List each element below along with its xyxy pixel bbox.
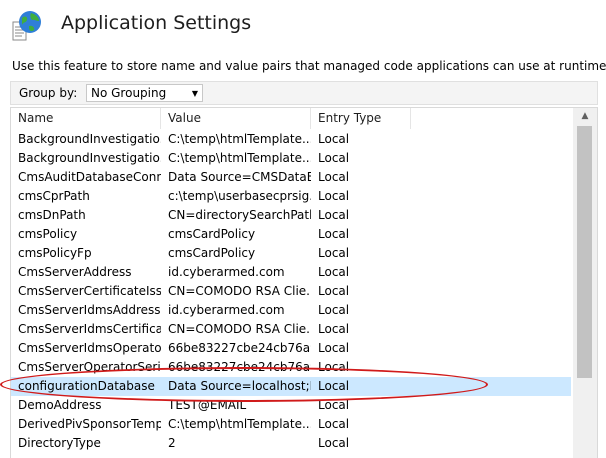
cell-value: TEST@EMAIL bbox=[168, 398, 247, 412]
cell-entry-type: Local bbox=[318, 208, 350, 222]
cell-name: cmsPolicy bbox=[18, 227, 78, 241]
cell-value: cmsCardPolicy bbox=[168, 246, 256, 260]
column-header[interactable]: Entry Type bbox=[311, 108, 411, 129]
cell-entry-type: Local bbox=[318, 303, 350, 317]
cell-value: C:\temp\htmlTemplate... bbox=[168, 417, 311, 431]
cell-value: C:\temp\htmlTemplate... bbox=[168, 132, 311, 146]
table-row[interactable]: CmsServerAddress id.cyberarmed.com Local bbox=[11, 263, 571, 282]
table-row[interactable]: BackgroundInvestigatio... C:\temp\htmlTem… bbox=[11, 149, 571, 168]
chevron-down-icon: ▼ bbox=[191, 89, 198, 98]
cell-name: CmsServerAddress bbox=[18, 265, 132, 279]
cell-entry-type: Local bbox=[318, 417, 350, 431]
cell-name: cmsCprPath bbox=[18, 189, 90, 203]
cell-value: CN=COMODO RSA Clie... bbox=[168, 284, 311, 298]
cell-name: cmsPolicyFp bbox=[18, 246, 92, 260]
cell-value: 2 bbox=[168, 436, 176, 450]
table-row[interactable]: cmsPolicyFp cmsCardPolicy Local bbox=[11, 244, 571, 263]
table-row[interactable]: CmsServerOperatorSerial... 66be83227cbe24… bbox=[11, 358, 571, 377]
group-by-label: Group by: bbox=[19, 86, 78, 100]
cell-name: CmsServerOperatorSerial... bbox=[18, 360, 161, 374]
cell-value: 66be83227cbe24cb76a9f... bbox=[168, 360, 311, 374]
cell-entry-type: Local bbox=[318, 284, 350, 298]
cell-entry-type: Local bbox=[318, 341, 350, 355]
cell-name: DirectoryType bbox=[18, 436, 101, 450]
cell-value: cmsCardPolicy bbox=[168, 227, 256, 241]
cell-value: CN=COMODO RSA Clie... bbox=[168, 322, 311, 336]
cell-value: Data Source=localhost;I... bbox=[168, 379, 311, 393]
cell-name: CmsAuditDatabaseConn... bbox=[18, 170, 161, 184]
table-row[interactable]: BackgroundInvestigatio... C:\temp\htmlTem… bbox=[11, 130, 571, 149]
table-row[interactable]: cmsDnPath CN=directorySearchPath Local bbox=[11, 206, 571, 225]
cell-name: cmsDnPath bbox=[18, 208, 86, 222]
table-row[interactable]: CmsServerIdmsCertificat... CN=COMODO RSA … bbox=[11, 320, 571, 339]
cell-entry-type: Local bbox=[318, 265, 350, 279]
cell-entry-type: Local bbox=[318, 246, 350, 260]
cell-value: CN=directorySearchPath bbox=[168, 208, 311, 222]
table-row[interactable]: DerivedPivSponsorTemp... C:\temp\htmlTemp… bbox=[11, 415, 571, 434]
cell-value: 66be83227cbe24cb76a9f... bbox=[168, 341, 311, 355]
cell-name: CmsServerIdmsCertificat... bbox=[18, 322, 161, 336]
cell-entry-type: Local bbox=[318, 227, 350, 241]
settings-grid: Name Value Entry Type BackgroundInvestigati… bbox=[10, 107, 598, 458]
cell-entry-type: Local bbox=[318, 151, 350, 165]
group-by-dropdown[interactable]: No Grouping ▼ bbox=[86, 84, 203, 102]
cell-value: id.cyberarmed.com bbox=[168, 265, 285, 279]
header: Application Settings bbox=[0, 0, 606, 50]
cell-value: C:\temp\htmlTemplate... bbox=[168, 151, 311, 165]
table-row[interactable]: DemoAddress TEST@EMAIL Local bbox=[11, 396, 571, 415]
table-row[interactable]: CmsServerIdmsOperator... 66be83227cbe24cb… bbox=[11, 339, 571, 358]
table-row[interactable]: cmsPolicy cmsCardPolicy Local bbox=[11, 225, 571, 244]
vertical-scrollbar[interactable]: ▲ bbox=[573, 108, 597, 458]
table-row[interactable]: CmsServerCertificateIssuer CN=COMODO RSA … bbox=[11, 282, 571, 301]
scroll-up-arrow-icon[interactable]: ▲ bbox=[573, 108, 597, 125]
globe-page-icon bbox=[12, 11, 41, 41]
cell-name: CmsServerCertificateIssuer bbox=[18, 284, 161, 298]
table-row[interactable]: DirectoryType 2 Local bbox=[11, 434, 571, 453]
cell-entry-type: Local bbox=[318, 379, 350, 393]
table-row[interactable]: cmsCprPath c:\temp\userbasecprsig... Local bbox=[11, 187, 571, 206]
cell-name: configurationDatabase bbox=[18, 379, 155, 393]
cell-value: id.cyberarmed.com bbox=[168, 303, 285, 317]
group-by-value: No Grouping bbox=[91, 86, 167, 100]
cell-entry-type: Local bbox=[318, 436, 350, 450]
cell-entry-type: Local bbox=[318, 132, 350, 146]
cell-entry-type: Local bbox=[318, 360, 350, 374]
scrollbar-thumb[interactable] bbox=[577, 126, 592, 378]
cell-name: BackgroundInvestigatio... bbox=[18, 132, 161, 146]
cell-entry-type: Local bbox=[318, 170, 350, 184]
cell-value: Data Source=CMSDataB... bbox=[168, 170, 311, 184]
group-by-toolbar: Group by: No Grouping ▼ bbox=[10, 81, 598, 105]
cell-entry-type: Local bbox=[318, 398, 350, 412]
column-header[interactable]: Name bbox=[11, 108, 161, 129]
cell-entry-type: Local bbox=[318, 189, 350, 203]
feature-description: Use this feature to store name and value… bbox=[12, 59, 606, 73]
table-row[interactable]: CmsServerIdmsAddress id.cyberarmed.com Loc… bbox=[11, 301, 571, 320]
cell-entry-type: Local bbox=[318, 322, 350, 336]
cell-name: BackgroundInvestigatio... bbox=[18, 151, 161, 165]
column-header[interactable]: Value bbox=[161, 108, 311, 129]
table-row[interactable]: configurationDatabase Data Source=localho… bbox=[11, 377, 571, 396]
cell-name: DemoAddress bbox=[18, 398, 102, 412]
cell-name: CmsServerIdmsAddress bbox=[18, 303, 161, 317]
table-row[interactable]: CmsAuditDatabaseConn... Data Source=CMSDa… bbox=[11, 168, 571, 187]
page-title: Application Settings bbox=[61, 12, 252, 34]
cell-value: c:\temp\userbasecprsig... bbox=[168, 189, 311, 203]
cell-name: CmsServerIdmsOperator... bbox=[18, 341, 161, 355]
cell-name: DerivedPivSponsorTemp... bbox=[18, 417, 161, 431]
